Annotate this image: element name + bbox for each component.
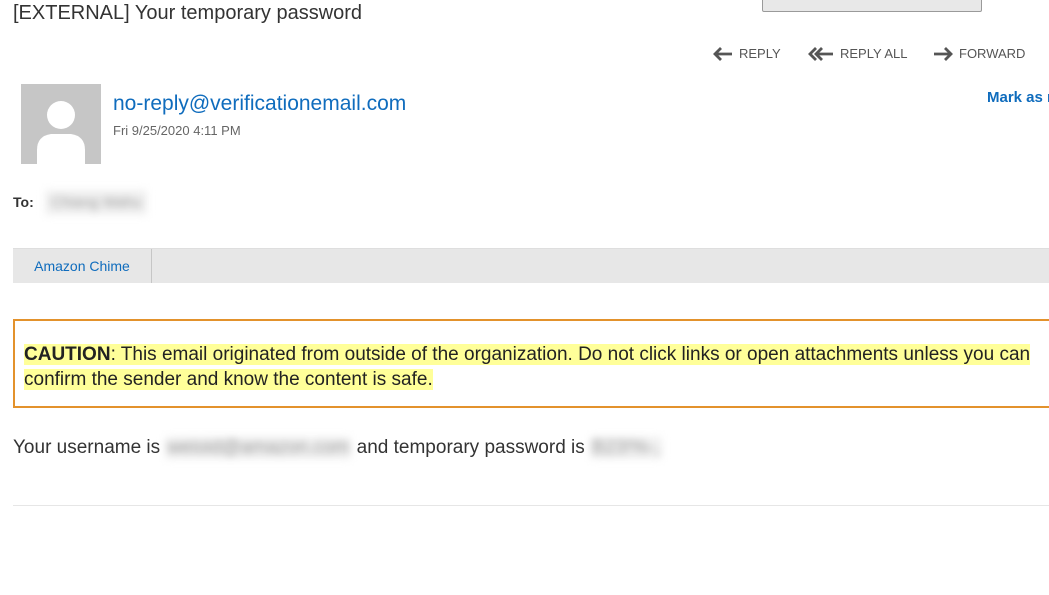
body-prefix: Your username is xyxy=(13,437,161,458)
forward-arrow-icon xyxy=(933,46,953,61)
reply-button[interactable]: REPLY xyxy=(713,46,781,61)
caution-text: CAUTION: This email originated from outs… xyxy=(24,342,1034,392)
to-recipient[interactable]: Chiang Wahu xyxy=(45,190,148,215)
email-body: Your username is weioid@amazon.com and t… xyxy=(13,437,662,459)
info-tab-amazon-chime[interactable]: Amazon Chime xyxy=(13,249,152,283)
to-row: To: Chiang Wahu xyxy=(13,190,148,215)
reply-label: REPLY xyxy=(739,46,781,61)
info-bar: Amazon Chime xyxy=(13,248,1049,283)
divider xyxy=(13,505,1049,506)
top-toolbar-button[interactable] xyxy=(762,0,982,12)
to-label: To: xyxy=(13,194,34,210)
sent-date: Fri 9/25/2020 4:11 PM xyxy=(113,123,241,138)
reply-all-button[interactable]: REPLY ALL xyxy=(808,46,907,61)
mark-as-read-link[interactable]: Mark as r xyxy=(987,89,1049,106)
forward-label: FORWARD xyxy=(959,46,1026,61)
caution-message: : This email originated from outside of … xyxy=(24,344,1031,390)
forward-button[interactable]: FORWARD xyxy=(933,46,1025,61)
reply-all-arrow-icon xyxy=(808,46,834,61)
email-subject: [EXTERNAL] Your temporary password xyxy=(13,2,363,24)
redacted-username: weioid@amazon.com xyxy=(165,437,352,459)
caution-label: CAUTION xyxy=(24,344,111,365)
person-icon xyxy=(21,84,101,164)
redacted-password: B23!%-, xyxy=(590,437,662,459)
body-middle: and temporary password is xyxy=(356,437,585,458)
caution-banner: CAUTION: This email originated from outs… xyxy=(13,319,1049,408)
reply-all-label: REPLY ALL xyxy=(840,46,908,61)
reply-arrow-icon xyxy=(713,46,733,61)
sender-address[interactable]: no-reply@verificationemail.com xyxy=(113,92,406,116)
